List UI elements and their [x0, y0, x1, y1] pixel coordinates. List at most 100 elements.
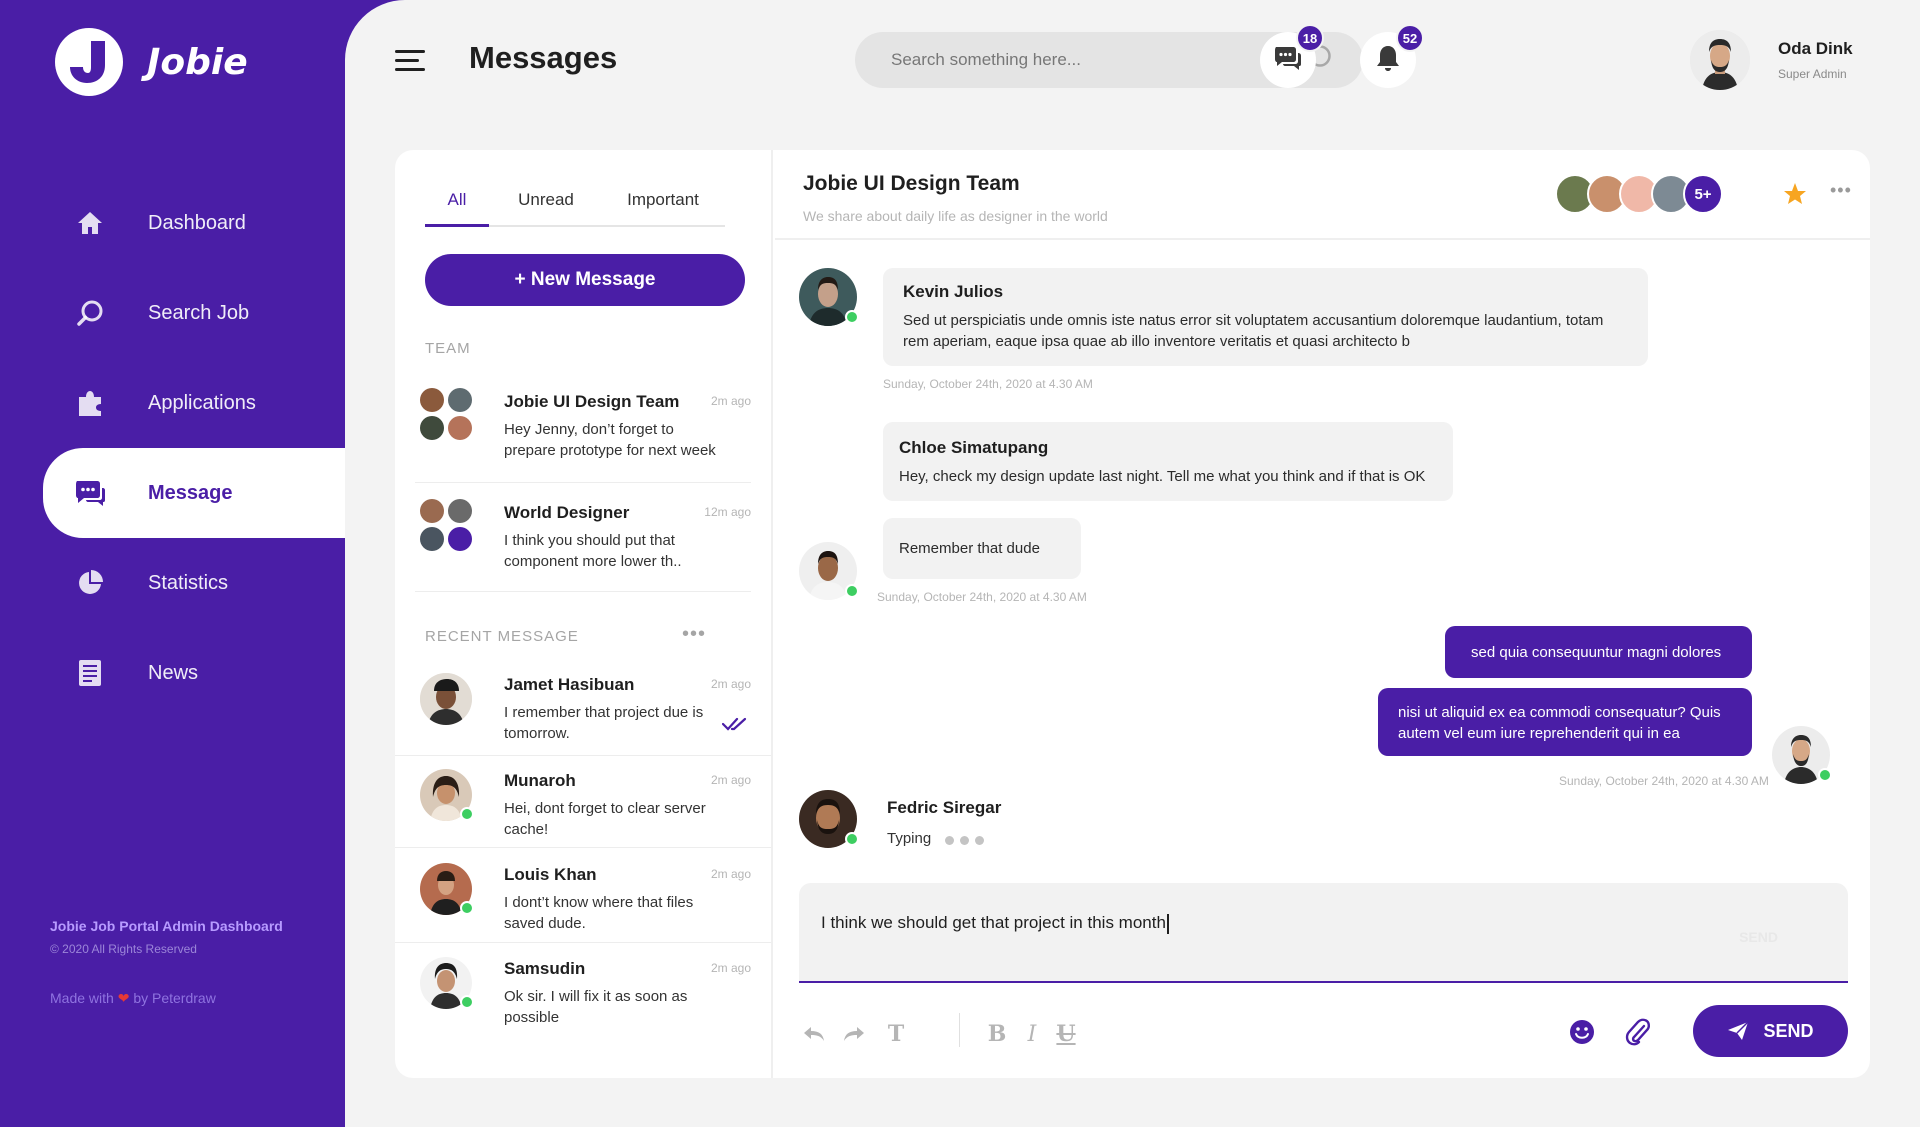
chat-bubbles-icon	[1273, 44, 1303, 77]
avatar	[420, 388, 444, 412]
team-conversation-item[interactable]: Jobie UI Design Team 2m ago Hey Jenny, d…	[395, 388, 771, 488]
logo-mark-icon	[55, 28, 123, 96]
chat-panel: Jobie UI Design Team We share about dail…	[775, 150, 1870, 1078]
chat-header: Jobie UI Design Team We share about dail…	[775, 150, 1870, 240]
star-icon[interactable]	[1783, 182, 1807, 211]
message-input[interactable]: I think we should get that project in th…	[821, 913, 1169, 934]
team-section-label: TEAM	[425, 340, 471, 357]
conversation-preview: I dont’t know where that files saved dud…	[504, 894, 694, 932]
conversation-name: Munaroh	[504, 771, 576, 790]
send-button[interactable]: SEND	[1693, 1005, 1848, 1057]
bold-icon[interactable]: B	[982, 1019, 1012, 1049]
user-profile[interactable]: Oda Dink Super Admin	[1690, 30, 1853, 90]
group-avatar	[420, 388, 474, 442]
recent-conversation-item[interactable]: Louis Khan 2m ago I dont’t know where th…	[395, 861, 771, 951]
page-title: Messages	[469, 40, 618, 75]
team-conversation-item[interactable]: World Designer 12m ago I think you shoul…	[395, 499, 771, 599]
messages-count-badge: 18	[1296, 24, 1324, 52]
sidebar-item-statistics[interactable]: Statistics	[0, 538, 345, 628]
new-message-button[interactable]: + New Message	[425, 254, 745, 306]
avatar	[420, 673, 472, 725]
typing-indicator-icon	[945, 836, 990, 845]
online-status-icon	[845, 584, 859, 598]
user-name: Oda Dink	[1778, 39, 1853, 58]
avatar	[448, 416, 472, 440]
italic-icon[interactable]: I	[1017, 1019, 1047, 1049]
conversation-preview: Ok sir. I will fix it as soon as possibl…	[504, 988, 688, 1026]
sidebar-item-search-job[interactable]: Search Job	[0, 268, 345, 358]
footer-credit: Made with ❤ by Peterdraw	[50, 990, 283, 1007]
chat-title: Jobie UI Design Team	[803, 172, 1020, 195]
message-text: Sed ut perspiciatis unde omnis iste natu…	[903, 312, 1604, 350]
conversation-preview: Hey Jenny, don’t forget to prepare proto…	[504, 421, 716, 459]
document-icon	[74, 657, 106, 689]
recent-conversation-item[interactable]: Munaroh 2m ago Hei, dont forget to clear…	[395, 767, 771, 857]
conversation-name: Louis Khan	[504, 865, 597, 884]
divider	[959, 1013, 960, 1047]
menu-toggle-icon[interactable]	[395, 50, 425, 77]
sidebar: Jobie Dashboard Search Job Applications …	[0, 0, 345, 1127]
typing-label: Typing	[887, 830, 932, 847]
message-text: Remember that dude	[899, 540, 1040, 557]
sidebar-item-dashboard[interactable]: Dashboard	[0, 178, 345, 268]
avatar	[448, 527, 472, 551]
member-avatars[interactable]: 5+	[1555, 174, 1723, 214]
redo-icon[interactable]	[839, 1019, 869, 1049]
tab-unread[interactable]: Unread	[489, 190, 603, 225]
paperclip-icon[interactable]	[1625, 1017, 1651, 1052]
composer-send-hint: SEND	[1739, 929, 1778, 945]
divider	[395, 755, 771, 756]
main-content: Messages 18 52 Oda Dink Sup	[345, 0, 1920, 1127]
outgoing-message-bubble: sed quia consequuntur magni dolores	[1445, 626, 1752, 678]
double-check-icon	[721, 716, 748, 737]
messages-button[interactable]: 18	[1260, 24, 1324, 88]
conversation-time: 2m ago	[710, 961, 751, 975]
avatar	[420, 527, 444, 551]
message-sender: Kevin Julios	[903, 282, 1004, 301]
sidebar-nav: Dashboard Search Job Applications Messag…	[0, 178, 345, 718]
divider	[415, 482, 751, 483]
sidebar-item-label: Search Job	[148, 301, 250, 324]
undo-icon[interactable]	[799, 1019, 829, 1049]
online-status-icon	[460, 901, 474, 915]
sidebar-item-message[interactable]: Message	[43, 448, 345, 538]
search-input[interactable]	[891, 50, 1303, 70]
tab-important[interactable]: Important	[603, 190, 723, 225]
more-options-icon[interactable]: •••	[1830, 181, 1852, 199]
sidebar-item-label: Dashboard	[148, 211, 246, 234]
footer-title: Jobie Job Portal Admin Dashboard	[50, 918, 283, 934]
group-avatar	[420, 499, 474, 553]
message-sender: Chloe Simatupang	[899, 438, 1049, 457]
recent-conversation-item[interactable]: Samsudin 2m ago Ok sir. I will fix it as…	[395, 955, 771, 1045]
emoji-icon[interactable]	[1569, 1019, 1595, 1050]
notifications-button[interactable]: 52	[1360, 24, 1424, 88]
footer-copyright: © 2020 All Rights Reserved	[50, 942, 197, 956]
recent-conversation-item[interactable]: Jamet Hasibuan 2m ago I remember that pr…	[395, 671, 771, 761]
divider	[395, 847, 771, 848]
sidebar-item-label: Message	[148, 481, 233, 504]
top-bar: Messages 18 52 Oda Dink Sup	[345, 0, 1920, 120]
footer-made-suffix: by Peterdraw	[133, 990, 216, 1006]
message-composer[interactable]: I think we should get that project in th…	[799, 883, 1848, 983]
more-options-icon[interactable]: •••	[682, 624, 706, 644]
sidebar-item-news[interactable]: News	[0, 628, 345, 718]
conversation-time: 2m ago	[710, 867, 751, 881]
avatar	[420, 416, 444, 440]
tab-all[interactable]: All	[425, 190, 489, 227]
send-arrow-icon	[1728, 1021, 1750, 1040]
brand-logo[interactable]: Jobie	[55, 28, 248, 96]
sidebar-item-applications[interactable]: Applications	[0, 358, 345, 448]
strikethrough-icon[interactable]: U	[1051, 1019, 1081, 1049]
bell-icon	[1375, 44, 1401, 77]
conversation-name: World Designer	[504, 503, 630, 522]
composer-toolbar: T B I U SEND	[799, 1005, 1848, 1061]
more-members-badge: 5+	[1683, 174, 1723, 214]
online-status-icon	[845, 832, 859, 846]
outgoing-message-bubble: nisi ut aliquid ex ea commodi consequatu…	[1378, 688, 1752, 756]
inbox-tabs: All Unread Important	[425, 190, 725, 227]
recent-section-label: RECENT MESSAGE	[425, 628, 579, 645]
divider	[415, 591, 751, 592]
conversation-preview: Hei, dont forget to clear server cache!	[504, 800, 706, 838]
conversation-time: 2m ago	[710, 677, 751, 691]
text-format-icon[interactable]: T	[881, 1019, 911, 1049]
